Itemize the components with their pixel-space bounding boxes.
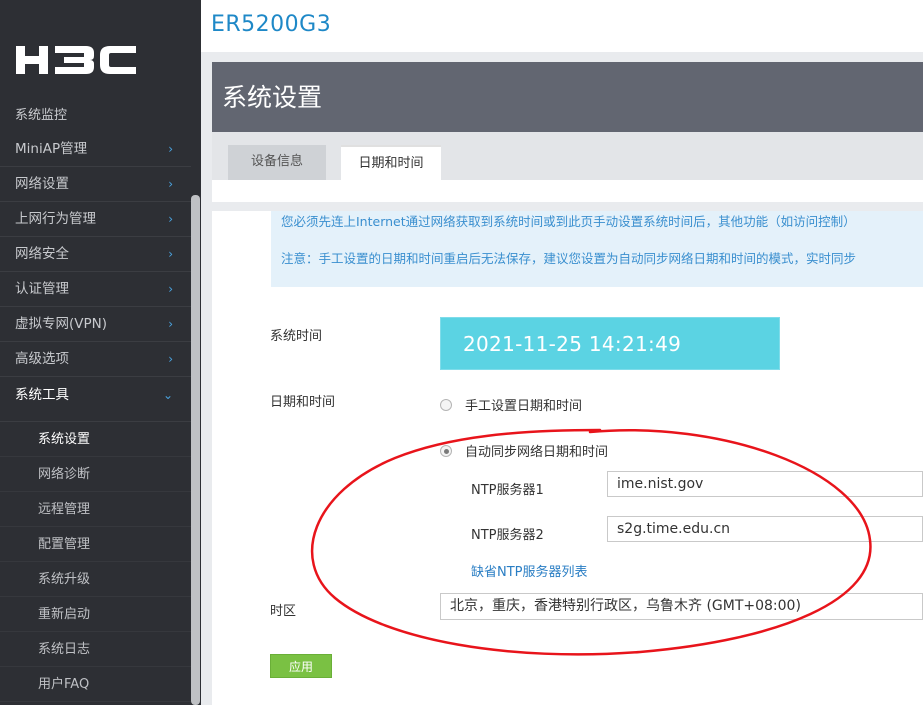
device-name: ER5200G3 [211,12,332,37]
sidebar-item-label: 虚拟专网(VPN) [15,316,108,332]
sidebar-item-behavior[interactable]: 上网行为管理 › [0,202,191,237]
apply-button[interactable]: 应用 [270,654,332,678]
tab-date-time[interactable]: 日期和时间 [341,145,441,180]
chevron-right-icon: › [168,282,173,296]
h3c-logo [16,46,136,74]
sidebar-item-label: 系统工具 [15,387,69,403]
sidebar-subitem-network-diagnosis[interactable]: 网络诊断 [0,457,191,492]
sidebar-item-label: 网络设置 [15,176,69,192]
chevron-right-icon: › [168,177,173,191]
radio-manual[interactable] [440,398,452,411]
top-bar: ER5200G3 [201,0,923,52]
sidebar-item-vpn[interactable]: 虚拟专网(VPN) › [0,307,191,342]
notice-line-1: 您必须先连上Internet通过网络获取到系统时间或到此页手动设置系统时间后，其… [281,214,856,229]
sidebar-subitem-config-management[interactable]: 配置管理 [0,527,191,562]
sidebar-item-network[interactable]: 网络设置 › [0,167,191,202]
page-header: 系统设置 [212,62,923,132]
ntp2-input[interactable]: s2g.time.edu.cn [607,516,923,542]
sidebar-item-security[interactable]: 网络安全 › [0,237,191,272]
sidebar-subitem-remote-management[interactable]: 远程管理 [0,492,191,527]
sidebar-menu: MiniAP管理 › 网络设置 › 上网行为管理 › 网络安全 › 认证管理 › 虚拟专网… [0,132,191,702]
manual-time-option[interactable]: 手工设置日期和时间 [440,395,582,414]
sidebar: 系统监控 MiniAP管理 › 网络设置 › 上网行为管理 › 网络安全 › 认证管理 ›… [0,0,201,705]
notice-box: 您必须先连上Internet通过网络获取到系统时间或到此页手动设置系统时间后，其… [271,211,923,287]
chevron-right-icon: › [168,247,173,261]
sidebar-item-system-tools[interactable]: 系统工具 ⌄ [0,377,191,422]
page-title: 系统设置 [222,83,323,112]
system-time-display: 2021-11-25 14:21:49 [440,317,780,370]
timezone-label: 时区 [270,604,297,619]
ntp1-label: NTP服务器1 [471,483,544,498]
tab-bar: 设备信息 日期和时间 [212,132,923,180]
chevron-right-icon: › [168,352,173,366]
ntp2-label: NTP服务器2 [471,528,544,543]
auto-sync-option[interactable]: 自动同步网络日期和时间 [440,441,608,460]
main-content: 您必须先连上Internet通过网络获取到系统时间或到此页手动设置系统时间后，其… [212,180,923,705]
sidebar-scrollbar[interactable] [191,195,200,705]
datetime-label: 日期和时间 [270,395,336,410]
sidebar-subitem-system-settings[interactable]: 系统设置 [0,422,191,457]
notice-line-2: 注意：手工设置的日期和时间重启后无法保存，建议您设置为自动同步网络日期和时间的模… [281,251,857,266]
timezone-select[interactable]: 北京，重庆，香港特别行政区，乌鲁木齐 (GMT+08:00) [440,593,923,620]
sidebar-item-label: 上网行为管理 [15,211,96,227]
auto-sync-option-label: 自动同步网络日期和时间 [465,445,609,460]
chevron-down-icon: ⌄ [162,388,173,402]
sidebar-item-label: 高级选项 [15,351,69,367]
system-time-label: 系统时间 [270,329,323,344]
sidebar-subitem-reboot[interactable]: 重新启动 [0,597,191,632]
sidebar-item-label: MiniAP管理 [15,141,88,157]
sidebar-submenu-system-tools: 系统设置 网络诊断 远程管理 配置管理 系统升级 重新启动 系统日志 用户FAQ [0,422,191,702]
sidebar-item-auth[interactable]: 认证管理 › [0,272,191,307]
chevron-right-icon: › [168,317,173,331]
sidebar-item-label: 网络安全 [15,246,69,262]
chevron-right-icon: › [168,142,173,156]
sidebar-item-system-monitor[interactable]: 系统监控 [15,106,67,120]
sidebar-item-advanced[interactable]: 高级选项 › [0,342,191,377]
sidebar-subitem-system-log[interactable]: 系统日志 [0,632,191,667]
sidebar-item-miniap[interactable]: MiniAP管理 › [0,132,191,167]
sidebar-item-label: 认证管理 [15,281,69,297]
ntp1-input[interactable]: ime.nist.gov [607,471,923,497]
chevron-right-icon: › [168,212,173,226]
sidebar-subitem-user-faq[interactable]: 用户FAQ [0,667,191,702]
default-ntp-list-link[interactable]: 缺省NTP服务器列表 [471,561,588,580]
manual-time-option-label: 手工设置日期和时间 [465,399,583,414]
divider [212,202,923,211]
tab-device-info[interactable]: 设备信息 [228,145,326,180]
radio-auto-sync[interactable] [440,444,452,457]
sidebar-subitem-system-upgrade[interactable]: 系统升级 [0,562,191,597]
